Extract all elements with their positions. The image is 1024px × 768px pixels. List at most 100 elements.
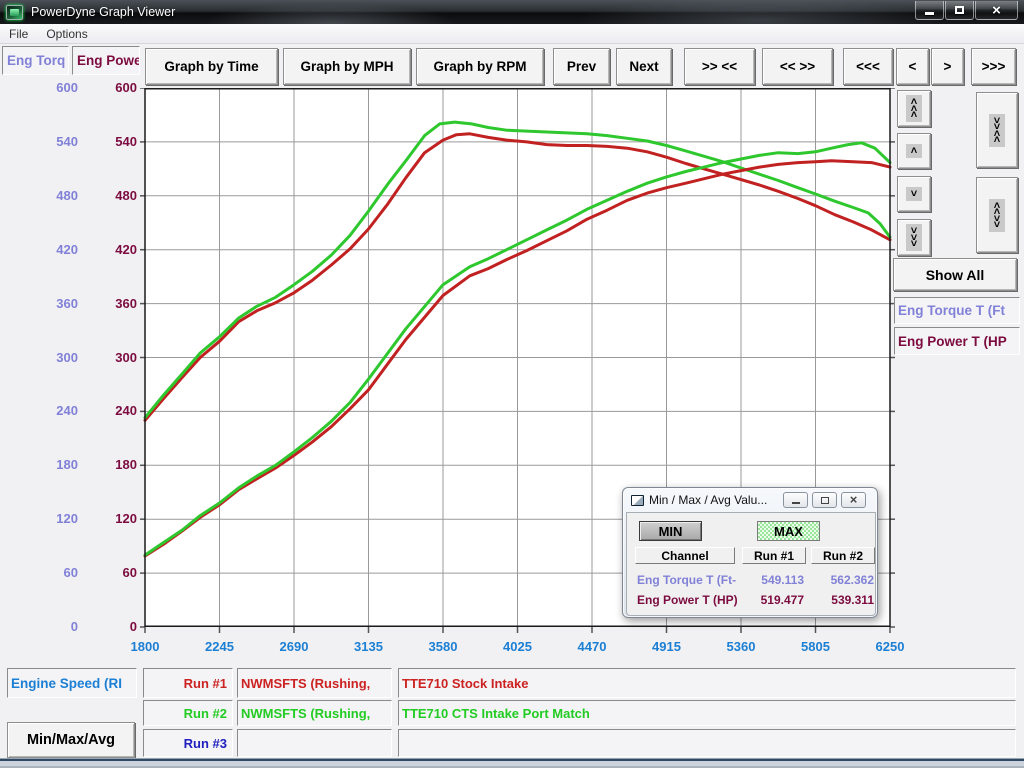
channel-label-power[interactable]: Eng Power T (HP <box>894 327 1020 355</box>
row-torque-run1-value: 549.113 <box>742 573 804 587</box>
minmax-restore-button[interactable] <box>812 492 837 508</box>
minimize-icon <box>792 502 800 504</box>
run1-description[interactable]: TTE710 Stock Intake <box>398 668 1016 698</box>
graph-by-mph-button[interactable]: Graph by MPH <box>283 48 411 85</box>
run2-description[interactable]: TTE710 CTS Intake Port Match <box>398 700 1016 726</box>
menu-options[interactable]: Options <box>37 25 96 43</box>
scroll-left-button[interactable]: < <box>896 48 929 85</box>
minmax-title-bar[interactable]: Min / Max / Avg Valu... × <box>623 488 877 512</box>
tab-eng-power[interactable]: Eng Powe <box>72 46 140 75</box>
down-chevron-icon: ˅ <box>906 187 922 201</box>
y-tick-label: 420 <box>82 242 137 257</box>
triple-down-chevron-icon: ˅ ˅ ˅ <box>906 224 922 251</box>
y-tick-label: 540 <box>20 134 78 149</box>
x-axis-labels: 1800224526903135358040254470491553605805… <box>145 639 890 657</box>
y-tick-label: 240 <box>20 403 78 418</box>
scroll-right-button[interactable]: > <box>931 48 964 85</box>
y-tick-label: 0 <box>20 619 78 634</box>
scroll-up-fast-button[interactable]: ˄ ˄ ˄ <box>897 90 931 127</box>
x-tick-label: 4915 <box>637 639 697 654</box>
min-toggle-button[interactable]: MIN <box>639 521 702 541</box>
y-tick-label: 300 <box>20 350 78 365</box>
y-tick-label: 540 <box>82 134 137 149</box>
scroll-right-fast-button[interactable]: >>> <box>971 48 1016 85</box>
row-torque-run2-value: 562.362 <box>812 573 874 587</box>
minmaxavg-button[interactable]: Min/Max/Avg <box>7 722 135 758</box>
zoom-in-y-button[interactable]: ˅ ˅ ˄ ˄ <box>976 92 1018 168</box>
scroll-up-button[interactable]: ˄ <box>897 133 931 169</box>
y-tick-label: 0 <box>82 619 137 634</box>
next-button[interactable]: Next <box>616 48 672 85</box>
scroll-left-fast-button[interactable]: <<< <box>843 48 893 85</box>
x-tick-label: 5805 <box>786 639 846 654</box>
graph-by-rpm-button[interactable]: Graph by RPM <box>416 48 544 85</box>
window-bottom-border <box>0 758 1024 768</box>
close-icon: × <box>850 494 858 506</box>
minmax-window-title: Min / Max / Avg Valu... <box>649 493 767 507</box>
tab-eng-torque[interactable]: Eng Torq <box>2 46 69 75</box>
minmax-avg-window: Min / Max / Avg Valu... × MIN MAX Channe… <box>622 487 878 618</box>
y-axis-torque-labels: 600540480420360300240180120600 <box>20 88 78 627</box>
title-bar: PowerDyne Graph Viewer × <box>0 0 1024 24</box>
x-tick-label: 6250 <box>860 639 920 654</box>
run1-file[interactable]: NWMSFTS (Rushing, <box>237 668 392 698</box>
triple-up-chevron-icon: ˄ ˄ ˄ <box>906 95 922 122</box>
app-icon <box>6 5 23 20</box>
close-button[interactable]: × <box>975 1 1018 20</box>
y-tick-label: 180 <box>20 457 78 472</box>
zoom-out-x-button[interactable]: << >> <box>762 48 833 85</box>
x-tick-label: 4470 <box>562 639 622 654</box>
window-title: PowerDyne Graph Viewer <box>31 5 175 19</box>
y-tick-label: 60 <box>20 565 78 580</box>
graph-by-time-button[interactable]: Graph by Time <box>145 48 278 85</box>
x-tick-label: 4025 <box>488 639 548 654</box>
row-power-run1-value: 519.477 <box>742 593 804 607</box>
minimize-icon <box>925 12 934 15</box>
menu-bar: File Options <box>0 24 1024 44</box>
minmax-close-button[interactable]: × <box>841 492 866 508</box>
y-tick-label: 300 <box>82 350 137 365</box>
minmax-minimize-button[interactable] <box>783 492 808 508</box>
run3-file[interactable] <box>237 729 392 757</box>
expand-vertical-icon: ˄ ˄ ˅ ˅ <box>989 199 1005 232</box>
minmax-body: MIN MAX Channel Run #1 Run #2 Eng Torque… <box>626 512 876 616</box>
y-tick-label: 420 <box>20 242 78 257</box>
close-icon: × <box>992 3 1001 18</box>
x-tick-label: 2245 <box>190 639 250 654</box>
y-tick-label: 120 <box>82 511 137 526</box>
zoom-in-x-button[interactable]: >> << <box>684 48 755 85</box>
zoom-out-y-button[interactable]: ˄ ˄ ˅ ˅ <box>976 177 1018 253</box>
prev-button[interactable]: Prev <box>553 48 610 85</box>
row-power-channel: Eng Power T (HP) <box>637 593 738 607</box>
row-power-run2-value: 539.311 <box>812 593 874 607</box>
x-channel-label[interactable]: Engine Speed (RI <box>7 668 137 698</box>
column-header-run1: Run #1 <box>742 547 806 564</box>
max-toggle-button[interactable]: MAX <box>757 521 820 541</box>
channel-label-torque[interactable]: Eng Torque T (Ft <box>894 297 1020 324</box>
run3-label: Run #3 <box>143 729 233 757</box>
collapse-vertical-icon: ˅ ˅ ˄ ˄ <box>989 114 1005 147</box>
row-torque-channel: Eng Torque T (Ft- <box>637 573 736 587</box>
minimize-button[interactable] <box>915 1 944 20</box>
y-tick-label: 480 <box>20 188 78 203</box>
scroll-down-fast-button[interactable]: ˅ ˅ ˅ <box>897 219 931 256</box>
show-all-button[interactable]: Show All <box>893 258 1017 291</box>
y-tick-label: 360 <box>82 296 137 311</box>
scroll-down-button[interactable]: ˅ <box>897 176 931 212</box>
restore-icon <box>821 497 829 504</box>
y-tick-label: 240 <box>82 403 137 418</box>
y-tick-label: 480 <box>82 188 137 203</box>
y-axis-power-labels: 600540480420360300240180120600 <box>82 88 137 627</box>
y-tick-label: 180 <box>82 457 137 472</box>
column-header-channel: Channel <box>635 547 735 564</box>
up-chevron-icon: ˄ <box>906 144 922 158</box>
y-tick-label: 120 <box>20 511 78 526</box>
run3-description[interactable] <box>398 729 1016 757</box>
restore-button[interactable] <box>945 1 974 20</box>
run1-label: Run #1 <box>143 668 233 698</box>
x-tick-label: 3580 <box>413 639 473 654</box>
run2-file[interactable]: NWMSFTS (Rushing, <box>237 700 392 726</box>
menu-file[interactable]: File <box>0 25 37 43</box>
x-tick-label: 2690 <box>264 639 324 654</box>
restore-icon <box>955 6 964 14</box>
